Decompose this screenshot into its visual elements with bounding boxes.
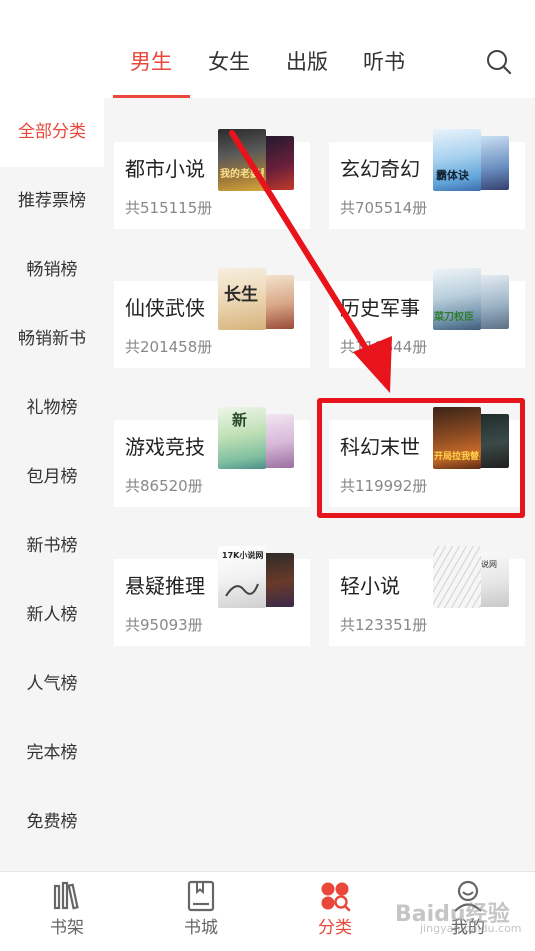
category-title: 都市小说 [125, 157, 205, 181]
nav-label: 分类 [318, 918, 352, 938]
sidebar-item-free[interactable]: 免费榜 [0, 788, 104, 857]
category-card-gaming[interactable]: 游戏竞技 共86520册 新 [114, 407, 310, 507]
category-count: 共86520册 [125, 477, 203, 495]
category-title: 玄幻奇幻 [340, 157, 420, 181]
cover-title: 17K小说网 [222, 551, 264, 560]
search-icon [487, 50, 512, 75]
cover-art [225, 583, 259, 597]
category-card-mystery[interactable]: 悬疑推理 共95093册 17K小说网 [114, 546, 310, 646]
category-title: 游戏竞技 [125, 435, 205, 459]
bookshelf-icon [53, 881, 79, 910]
book-cover: 菜刀权臣 [433, 268, 481, 330]
book-cover: 长生 [218, 268, 266, 330]
sidebar-item-new-authors[interactable]: 新人榜 [0, 581, 104, 650]
category-card-fantasy[interactable]: 玄幻奇幻 共705514册 霸体诀 [329, 129, 525, 229]
sidebar-item-bestseller[interactable]: 畅销榜 [0, 236, 104, 305]
category-title: 仙侠武侠 [125, 296, 205, 320]
sidebar-item-bestseller-new[interactable]: 畅销新书 [0, 305, 104, 374]
cover-title: 霸体诀 [436, 169, 469, 182]
nav-label: 书架 [50, 918, 84, 938]
book-cover: 我的老婆是兵王 [218, 129, 266, 191]
book-cover: 霸体诀 [433, 129, 481, 191]
sidebar-item-completed[interactable]: 完本榜 [0, 719, 104, 788]
sidebar-item-gift[interactable]: 礼物榜 [0, 374, 104, 443]
book-covers: 长生 [218, 268, 296, 330]
cover-title: 长生 [224, 285, 258, 305]
category-count: 共95093册 [125, 616, 203, 634]
category-card-xianxia[interactable]: 仙侠武侠 共201458册 长生 [114, 268, 310, 368]
nav-label: 书城 [184, 918, 218, 938]
search-button[interactable] [484, 47, 514, 77]
category-icon [321, 882, 351, 912]
watermark-url: jingyan.baidu.com [420, 922, 522, 935]
book-covers: 小说网 [433, 546, 511, 608]
book-covers: 我的老婆是兵王 [218, 129, 296, 191]
tab-publish[interactable]: 出版 [286, 47, 328, 77]
book-covers: 新 [218, 407, 296, 469]
sidebar-item-all-categories[interactable]: 全部分类 [0, 98, 104, 167]
book-covers: 菜刀权臣 [433, 268, 511, 330]
cover-title: 新 [232, 411, 248, 429]
top-tab-bar: 男生 女生 出版 听书 [0, 0, 535, 98]
category-card-urban[interactable]: 都市小说 共515115册 我的老婆是兵王 [114, 129, 310, 229]
category-count: 共123351册 [340, 616, 428, 634]
category-title: 历史军事 [340, 296, 420, 320]
category-title: 轻小说 [340, 574, 400, 598]
bookstore-icon [187, 880, 215, 912]
category-count: 共201458册 [125, 338, 213, 356]
sidebar-item-new-books[interactable]: 新书榜 [0, 512, 104, 581]
category-card-history[interactable]: 历史军事 共118644册 菜刀权臣 [329, 268, 525, 368]
tab-male[interactable]: 男生 [130, 47, 172, 77]
category-card-light-novel[interactable]: 轻小说 共123351册 小说网 [329, 546, 525, 646]
highlight-box [317, 398, 525, 518]
book-cover: 新 [218, 407, 266, 469]
book-covers: 霸体诀 [433, 129, 511, 191]
book-cover [433, 546, 481, 608]
tab-audiobook[interactable]: 听书 [363, 47, 405, 77]
category-count: 共515115册 [125, 199, 213, 217]
sidebar-item-popularity[interactable]: 人气榜 [0, 650, 104, 719]
sidebar: 全部分类 推荐票榜 畅销榜 畅销新书 礼物榜 包月榜 新书榜 新人榜 人气榜 完… [0, 98, 104, 871]
sidebar-item-recommend-votes[interactable]: 推荐票榜 [0, 167, 104, 236]
nav-category[interactable]: 分类 [268, 872, 402, 951]
category-title: 悬疑推理 [125, 574, 205, 598]
sidebar-item-monthly[interactable]: 包月榜 [0, 443, 104, 512]
tab-female[interactable]: 女生 [208, 47, 250, 77]
category-count: 共118644册 [340, 338, 428, 356]
category-count: 共705514册 [340, 199, 428, 217]
cover-title: 菜刀权臣 [434, 312, 474, 323]
nav-bookstore[interactable]: 书城 [134, 872, 268, 951]
nav-bookshelf[interactable]: 书架 [0, 872, 134, 951]
book-cover: 17K小说网 [218, 546, 266, 608]
cover-title: 我的老婆是兵王 [220, 169, 264, 180]
book-covers: 17K小说网 [218, 546, 296, 608]
